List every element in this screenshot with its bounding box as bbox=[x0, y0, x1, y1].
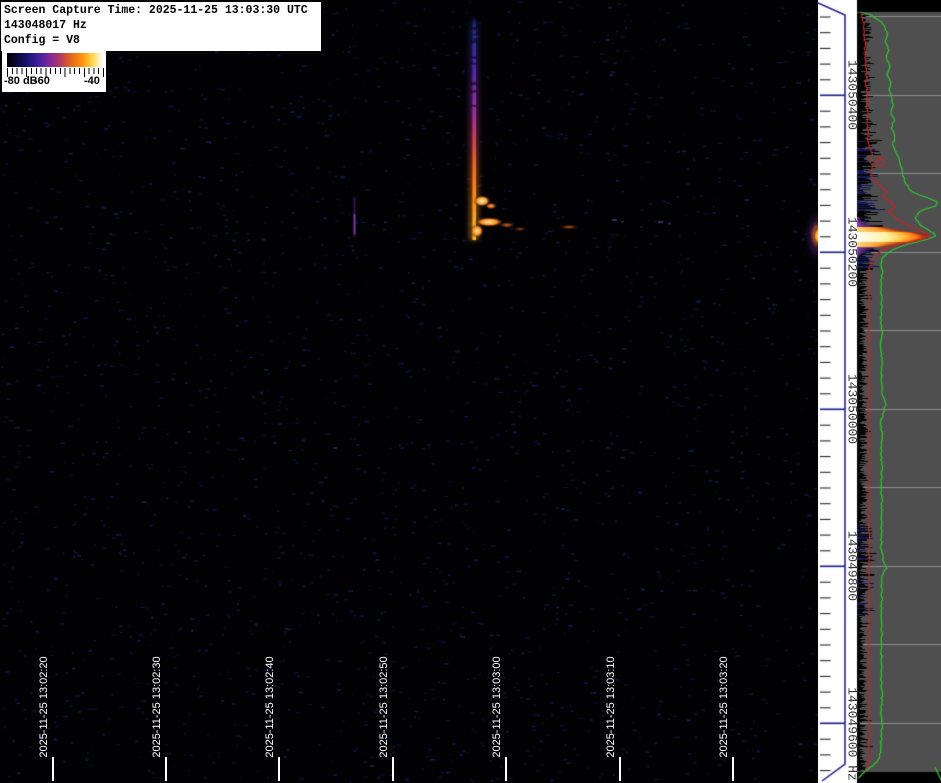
time-label: 2025-11-25 13:02:50 bbox=[378, 656, 390, 757]
time-label: 2025-11-25 13:02:30 bbox=[151, 656, 163, 757]
config-text: Config = V8 bbox=[4, 33, 318, 48]
color-scale-legend: -80 dB-60 -40 bbox=[2, 50, 106, 92]
color-scale-label: -60 bbox=[34, 75, 50, 87]
time-tick-mark bbox=[505, 757, 507, 781]
freq-axis-spectrum-canvas bbox=[818, 0, 941, 783]
frequency-label: 143049600 Hz bbox=[845, 687, 860, 781]
color-scale-label: -40 bbox=[84, 75, 100, 87]
frequency-label: 143050400 bbox=[845, 60, 860, 130]
capture-time-text: Screen Capture Time: 2025-11-25 13:03:30… bbox=[4, 3, 318, 18]
time-label: 2025-11-25 13:03:20 bbox=[718, 656, 730, 757]
color-scale-label: -80 dB bbox=[4, 75, 38, 87]
frequency-label: 143050200 bbox=[845, 217, 860, 287]
frequency-label: 143049800 bbox=[845, 531, 860, 601]
time-tick-mark bbox=[165, 757, 167, 781]
time-label: 2025-11-25 13:03:00 bbox=[491, 656, 503, 757]
time-tick-mark bbox=[392, 757, 394, 781]
time-label: 2025-11-25 13:02:40 bbox=[264, 656, 276, 757]
spectrogram-screen: Screen Capture Time: 2025-11-25 13:03:30… bbox=[0, 0, 941, 783]
time-tick-mark bbox=[619, 757, 621, 781]
time-label: 2025-11-25 13:03:10 bbox=[605, 656, 617, 757]
time-tick-mark bbox=[732, 757, 734, 781]
time-tick-mark bbox=[278, 757, 280, 781]
time-label: 2025-11-25 13:02:20 bbox=[38, 656, 50, 757]
capture-info-box: Screen Capture Time: 2025-11-25 13:03:30… bbox=[1, 2, 321, 51]
frequency-text: 143048017 Hz bbox=[4, 18, 318, 33]
frequency-label: 143050000 bbox=[845, 374, 860, 444]
time-tick-mark bbox=[52, 757, 54, 781]
waterfall-canvas bbox=[0, 0, 818, 783]
color-scale-gradient bbox=[7, 53, 103, 67]
color-scale-minor-ticks bbox=[7, 68, 104, 74]
